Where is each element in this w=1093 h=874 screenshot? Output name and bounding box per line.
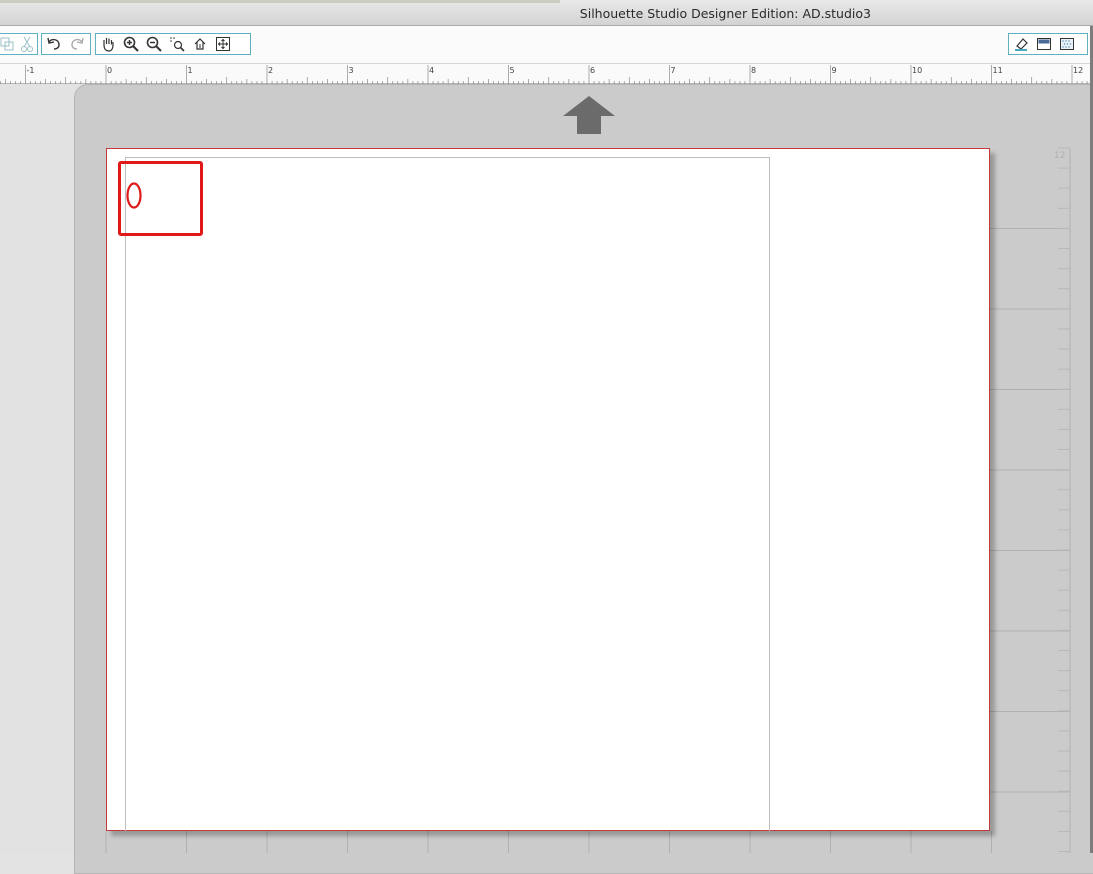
side-ruler-label: 12 <box>1054 151 1066 161</box>
feed-direction-arrow-icon <box>563 96 615 134</box>
cut-border <box>125 157 770 831</box>
annotation-circle <box>126 182 142 209</box>
